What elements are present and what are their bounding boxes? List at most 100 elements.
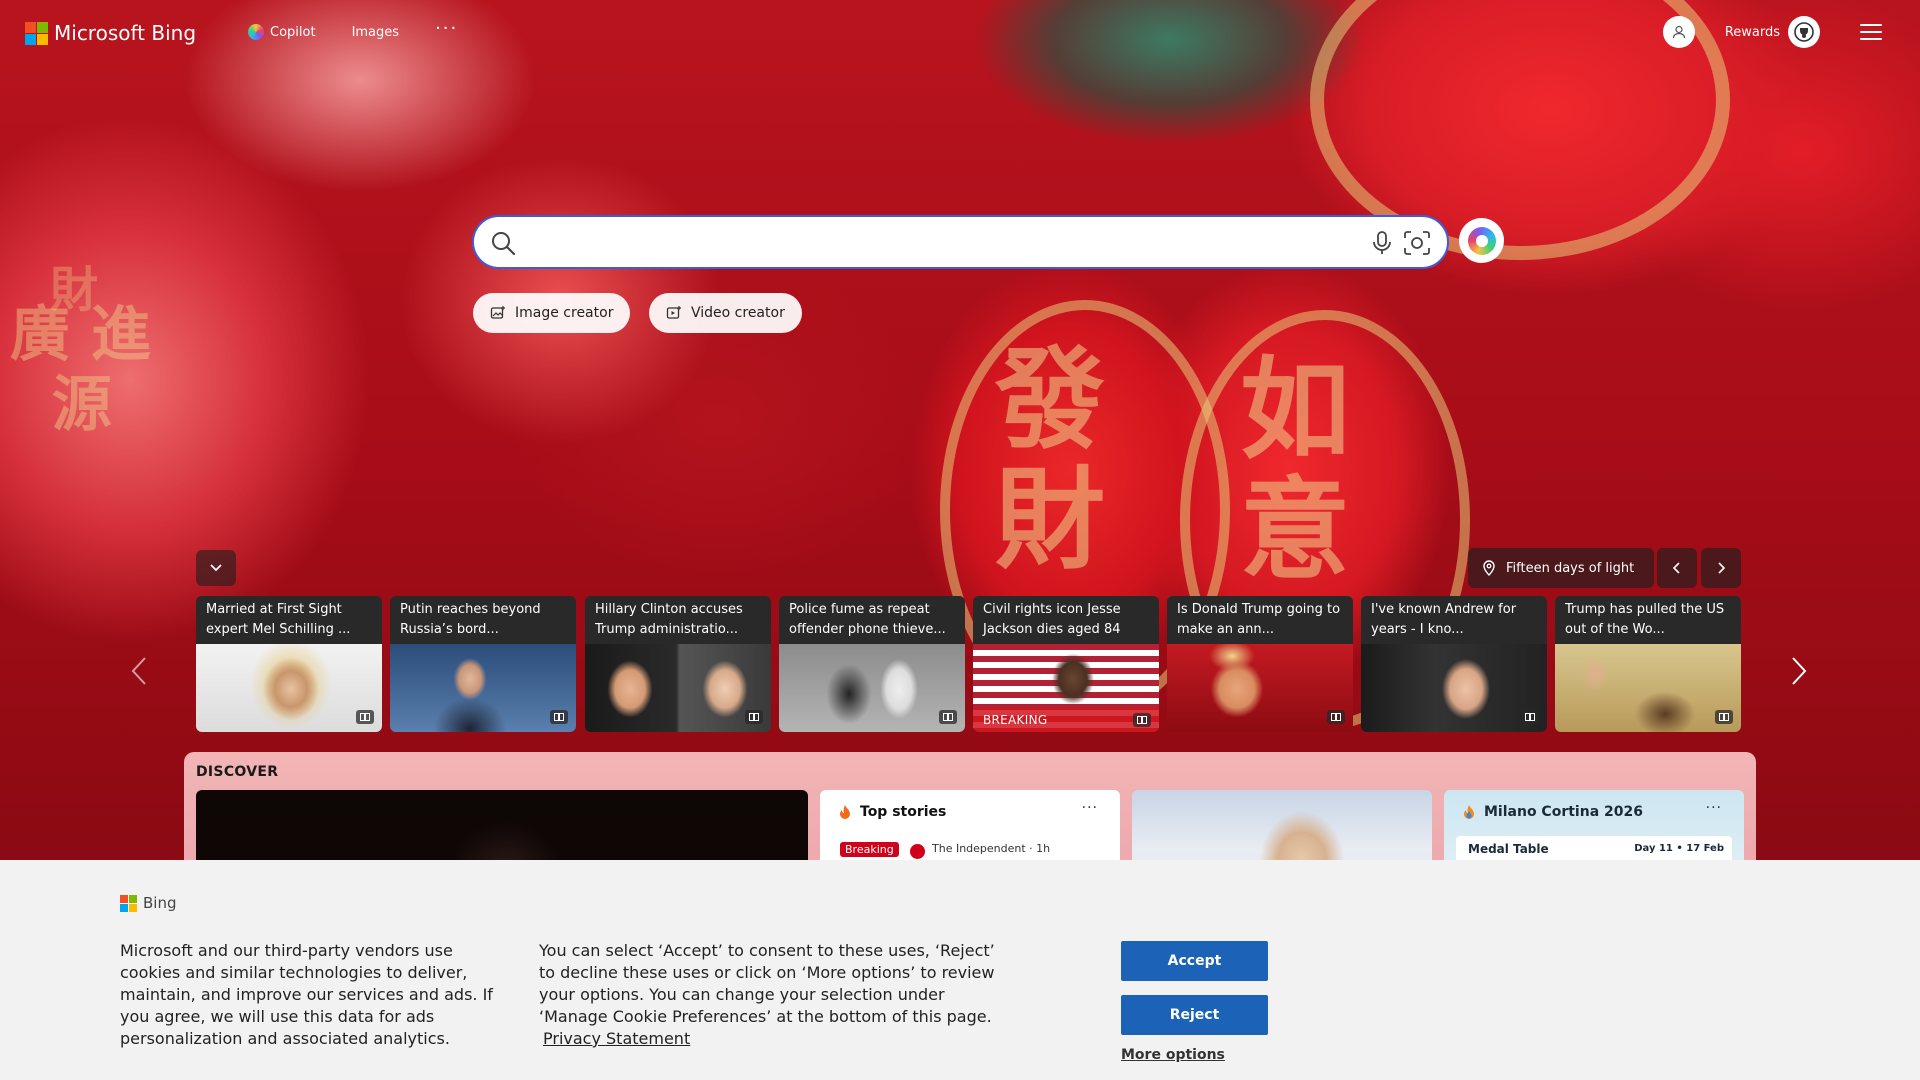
image-creator-label: Image creator [515,305,614,321]
cookie-options-body: You can select ‘Accept’ to consent to th… [539,941,995,1026]
lantern-glyph-right: 如意 [1240,345,1350,594]
chevron-down-icon [210,564,222,572]
image-creator-button[interactable]: Image creator [473,293,631,333]
news-card-image [390,644,576,732]
news-card[interactable]: Civil rights icon Jesse Jackson dies age… [973,596,1159,732]
lantern-glyph-left: 發財 [995,335,1105,584]
gallery-icon [1327,710,1345,724]
news-card-title: Police fume as repeat offender phone thi… [779,596,965,644]
gallery-icon [1715,710,1733,724]
news-card-title: Is Donald Trump going to make an ann... [1167,596,1353,644]
news-card[interactable]: Putin reaches beyond Russia’s bord... [390,596,576,732]
gallery-icon [939,710,957,724]
top-stories-more-button[interactable]: ··· [1082,800,1098,816]
collapse-feed-button[interactable] [196,550,236,586]
news-card-title: Putin reaches beyond Russia’s bord... [390,596,576,644]
news-card-title: Hillary Clinton accuses Trump administra… [585,596,771,644]
bing-logo[interactable]: Microsoft Bing [25,21,196,45]
image-location-label: Fifteen days of light [1506,560,1635,576]
medal-table-label: Medal Table [1468,842,1549,856]
copilot-icon [248,24,264,40]
news-card-image [779,644,965,732]
microphone-icon[interactable] [1371,230,1393,256]
milano-title: Milano Cortina 2026 [1484,804,1643,820]
olympic-flame-icon [1464,805,1474,819]
top-header: Microsoft Bing Copilot Images ··· Reward… [0,0,1920,66]
copilot-search-button[interactable] [1459,218,1504,263]
search-icon[interactable] [490,230,516,256]
carousel-prev-arrow-icon[interactable] [130,655,148,687]
news-card-title: Trump has pulled the US out of the Wo... [1555,596,1741,644]
news-card[interactable]: Married at First Sight expert Mel Schill… [196,596,382,732]
microsoft-logo-icon [120,894,137,912]
gallery-icon [356,710,374,724]
more-options-link[interactable]: More options [1121,1047,1225,1063]
image-location-button[interactable]: Fifteen days of light [1468,548,1654,588]
copilot-logo-icon [1467,226,1496,255]
nav-copilot-label: Copilot [270,24,316,40]
medal-day-label: Day 11 • 17 Feb [1634,843,1724,854]
news-card-image [585,644,771,732]
medal-table-strip: Medal Table Day 11 • 17 Feb [1456,836,1732,862]
discover-title: DISCOVER [196,764,279,780]
cookie-options-text: You can select ‘Accept’ to consent to th… [539,940,1009,1050]
bg-glyph-left-top: 財 [50,262,99,318]
video-creator-button[interactable]: Video creator [649,293,802,333]
user-icon [1672,25,1685,39]
chevron-right-icon [1718,562,1726,574]
story-source: The Independent · 1h [932,842,1051,855]
bg-glyph-left: 廣 進 源 [10,300,151,440]
rewards-icon[interactable] [1788,16,1820,48]
reject-button[interactable]: Reject [1121,995,1268,1035]
news-card[interactable]: I've known Andrew for years - I kno... [1361,596,1547,732]
logo-text: Microsoft Bing [54,21,197,45]
flame-icon [840,805,850,819]
news-card[interactable]: Police fume as repeat offender phone thi… [779,596,965,732]
gallery-icon [1133,713,1151,727]
news-card-title: I've known Andrew for years - I kno... [1361,596,1547,644]
microsoft-logo-icon [25,21,48,45]
sign-in-avatar[interactable] [1662,16,1695,48]
more-nav-button[interactable]: ··· [435,18,458,39]
news-card[interactable]: Trump has pulled the US out of the Wo... [1555,596,1741,732]
news-card[interactable]: Hillary Clinton accuses Trump administra… [585,596,771,732]
cookie-bing-logo: Bing [120,894,177,912]
previous-image-button[interactable] [1657,548,1697,588]
search-input[interactable] [530,227,1330,257]
news-card-image [1167,644,1353,732]
chevron-left-icon [1672,562,1680,574]
image-creator-icon [490,306,505,319]
visual-search-icon[interactable] [1403,230,1431,256]
milano-more-button[interactable]: ··· [1706,800,1722,816]
privacy-statement-link[interactable]: Privacy Statement [543,1029,690,1048]
search-box [472,215,1449,269]
next-image-button[interactable] [1701,548,1741,588]
nav-copilot[interactable]: Copilot [248,24,316,40]
news-card-image [1555,644,1741,732]
cookie-brand: Bing [143,894,177,912]
rewards-medal-icon [1794,22,1814,42]
rewards-label[interactable]: Rewards [1725,25,1780,40]
source-logo-icon [910,844,925,859]
news-card-title: Civil rights icon Jesse Jackson dies age… [973,596,1159,644]
news-card-image [196,644,382,732]
header-right: Rewards [1662,16,1882,48]
nav-images[interactable]: Images [352,25,400,40]
news-card-title: Married at First Sight expert Mel Schill… [196,596,382,644]
gallery-icon [745,710,763,724]
carousel-next-arrow-icon[interactable] [1790,655,1808,687]
gallery-icon [1521,710,1539,724]
nav-images-label: Images [351,24,400,40]
cookie-description: Microsoft and our third-party vendors us… [120,941,493,1048]
cookie-consent-banner: Bing Microsoft and our third-party vendo… [0,860,1920,1080]
breaking-badge: BREAKING [973,708,1159,732]
top-nav: Copilot Images ··· [248,18,458,40]
accept-button[interactable]: Accept [1121,941,1268,981]
gallery-icon [550,710,568,724]
breaking-badge: Breaking [840,842,899,857]
news-card[interactable]: Is Donald Trump going to make an ann... [1167,596,1353,732]
video-creator-icon [666,306,681,319]
top-stories-title: Top stories [860,804,947,820]
hamburger-menu-icon[interactable] [1860,24,1882,40]
video-creator-label: Video creator [691,305,785,321]
